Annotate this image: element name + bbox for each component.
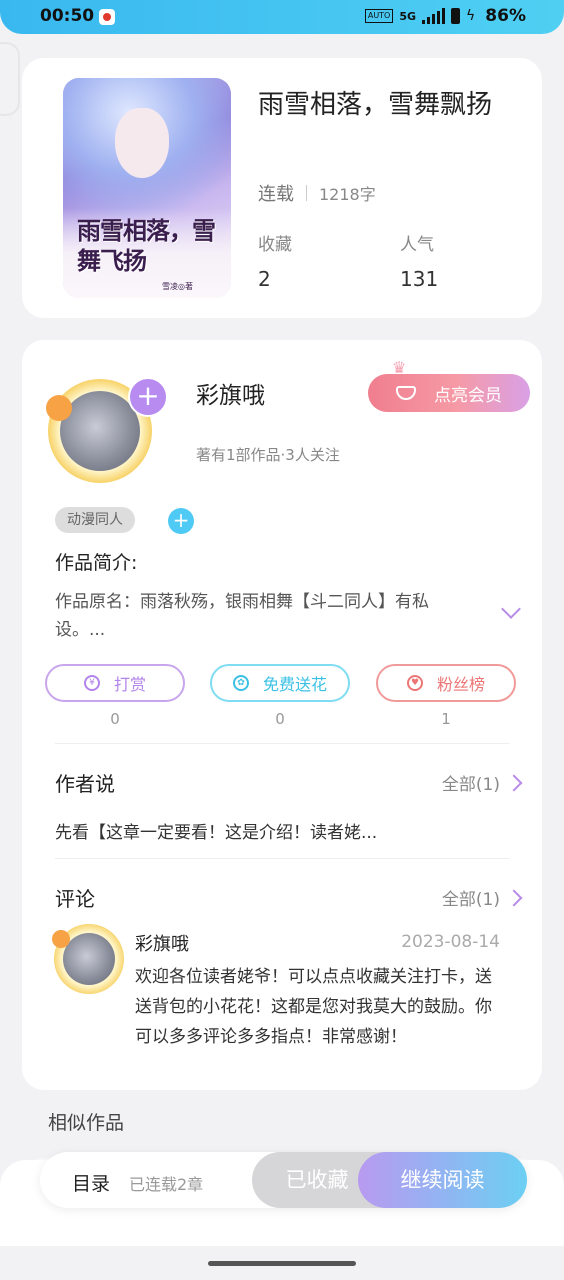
chevron-right-icon — [505, 774, 523, 791]
genre-tag[interactable]: 动漫同人 — [55, 507, 135, 533]
intro-text: 作品原名：雨落秋殇，银雨相舞【斗二同人】有私设。... — [55, 592, 429, 640]
battery-icon — [451, 8, 461, 24]
comments-heading: 评论 — [55, 887, 95, 911]
chevron-right-icon — [505, 889, 523, 906]
toc-button[interactable]: 目录 — [72, 1169, 110, 1196]
divider — [55, 743, 509, 744]
add-tag-button[interactable]: + — [168, 508, 194, 534]
similar-works-heading: 相似作品 — [48, 1112, 125, 1134]
status-bar: 00:50 AUTO 5G ϟ 86% — [0, 0, 564, 34]
network-type: 5G — [399, 9, 417, 23]
author-card: + 彩旗哦 著有1部作品·3人关注 ♛ 点亮会员 动漫同人 + 作品简介: 作品… — [22, 340, 542, 1090]
stat-popularity: 人气 131 — [400, 235, 439, 291]
author-subtitle: 著有1部作品·3人关注 — [196, 446, 340, 464]
comment-date: 2023-08-14 — [401, 932, 500, 952]
continue-reading-button[interactable]: 继续阅读 — [358, 1152, 527, 1208]
commenter-avatar[interactable] — [52, 924, 124, 994]
chapter-count[interactable]: 已连载2章 — [129, 1171, 203, 1195]
commenter-name[interactable]: 彩旗哦 — [135, 930, 189, 956]
book-meta: 连载 1218字 — [258, 180, 376, 206]
book-cover[interactable]: 雨雪相落，雪舞飞扬 雪凌◎著 — [63, 78, 231, 298]
charging-icon: ϟ — [466, 8, 476, 24]
author-avatar[interactable]: + — [46, 375, 168, 487]
yen-icon: ¥ — [83, 675, 100, 691]
badge-icon — [52, 930, 70, 948]
vip-button[interactable]: 点亮会员 — [368, 374, 530, 412]
author-name[interactable]: 彩旗哦 — [196, 376, 265, 410]
home-indicator[interactable] — [208, 1261, 356, 1266]
author-says-heading: 作者说 — [55, 772, 115, 796]
status-time: 00:50 — [40, 6, 95, 26]
cover-title: 雨雪相落，雪舞飞扬 — [77, 216, 216, 275]
book-title: 雨雪相落，雪舞飘扬 — [258, 90, 493, 120]
avatar — [63, 933, 115, 985]
fan-ranking-button[interactable]: ♥ 粉丝榜 — [376, 664, 516, 702]
follow-plus-button[interactable]: + — [128, 377, 168, 417]
author-says-text[interactable]: 先看【这章一定要看！这是介绍！读者姥... — [55, 818, 377, 843]
cover-author: 雪凌◎著 — [162, 282, 193, 291]
badge-icon — [46, 395, 72, 421]
diamond-icon — [396, 386, 416, 400]
auto-icon: AUTO — [364, 9, 394, 23]
signal-icon — [422, 8, 446, 24]
book-info-card: 雨雪相落，雪舞飞扬 雪凌◎著 雨雪相落，雪舞飘扬 连载 1218字 收藏 2 人… — [22, 58, 542, 318]
battery-percent: 86% — [485, 6, 526, 26]
tip-button[interactable]: ¥ 打赏 — [45, 664, 185, 702]
send-flower-button[interactable]: ✿ 免费送花 — [210, 664, 350, 702]
fan-count: 1 — [441, 710, 451, 728]
bottom-action-bar: 目录 已连载2章 已收藏 继续阅读 — [40, 1152, 527, 1208]
author-says-all-link[interactable]: 全部(1) — [442, 770, 523, 795]
notification-icon — [99, 9, 115, 25]
status-indicators: AUTO 5G ϟ 86% — [364, 6, 526, 26]
intro-heading: 作品简介: — [55, 552, 138, 574]
flower-count: 0 — [275, 710, 285, 728]
fan-icon: ♥ — [406, 675, 423, 691]
stat-collect: 收藏 2 — [258, 235, 292, 291]
side-drawer-handle[interactable] — [0, 42, 20, 116]
book-word-count: 1218字 — [319, 185, 376, 204]
flower-icon: ✿ — [232, 675, 249, 691]
comments-all-link[interactable]: 全部(1) — [442, 885, 523, 910]
comment-text: 欢迎各位读者姥爷！可以点点收藏关注打卡，送送背包的小花花！这都是您对我莫大的鼓励… — [135, 967, 492, 1047]
divider — [55, 858, 509, 859]
book-status: 连载 — [258, 184, 294, 205]
expand-chevron-icon[interactable] — [501, 599, 521, 619]
tip-count: 0 — [110, 710, 120, 728]
